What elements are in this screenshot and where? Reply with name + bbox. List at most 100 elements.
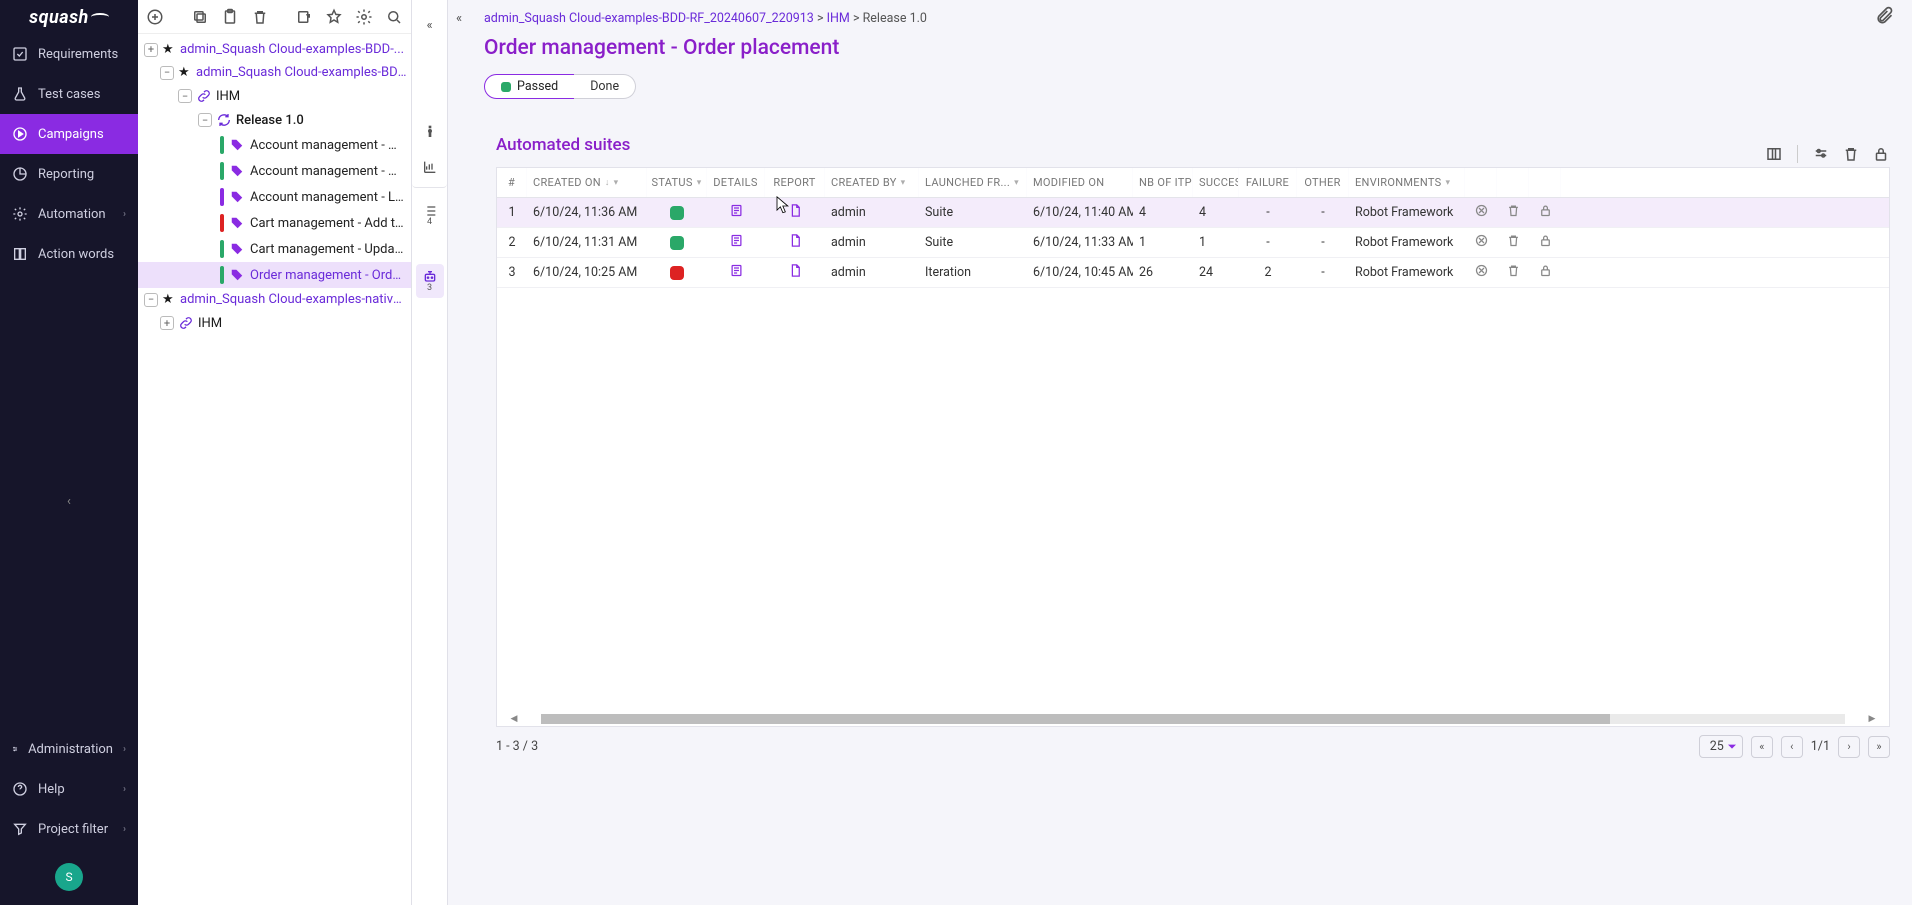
tree-release[interactable]: − Release 1.0	[138, 108, 411, 132]
delete-row-icon[interactable]	[1506, 263, 1521, 282]
tree-leaf[interactable]: Account management - Acc...	[138, 158, 411, 184]
lock-icon[interactable]	[1872, 145, 1890, 163]
back-button[interactable]: «	[456, 11, 474, 26]
col-env[interactable]: ENVIRONMENTS▾	[1349, 168, 1465, 197]
col-modified[interactable]: MODIFIED ON	[1027, 168, 1133, 197]
lock-row-icon[interactable]	[1538, 233, 1553, 252]
tag-icon	[230, 164, 244, 178]
settings-icon[interactable]	[355, 8, 373, 26]
details-icon[interactable]	[729, 203, 744, 222]
page-last[interactable]: »	[1868, 736, 1890, 758]
status-badge	[670, 236, 684, 250]
logo: squash	[0, 0, 138, 34]
col-details[interactable]: DETAILS	[707, 168, 765, 197]
delete-all-icon[interactable]	[1842, 145, 1860, 163]
book-icon	[12, 246, 28, 262]
check-square-icon	[12, 46, 28, 62]
tree-project[interactable]: −★ admin_Squash Cloud-examples-native...	[138, 288, 411, 311]
adjust-icon[interactable]	[1812, 145, 1830, 163]
tree-leaf[interactable]: Account management - Login	[138, 184, 411, 210]
page-first[interactable]: «	[1751, 736, 1773, 758]
paste-icon[interactable]	[221, 8, 239, 26]
tag-icon	[230, 268, 244, 282]
details-icon[interactable]	[729, 233, 744, 252]
add-icon[interactable]	[146, 8, 164, 26]
breadcrumb-link[interactable]: admin_Squash Cloud-examples-BDD-RF_20240…	[484, 11, 814, 26]
nav-reporting[interactable]: Reporting	[0, 154, 138, 194]
col-status[interactable]: STATUS▾	[647, 168, 707, 197]
copy-icon[interactable]	[191, 8, 209, 26]
delete-row-icon[interactable]	[1506, 203, 1521, 222]
tree-toolbar	[138, 0, 411, 34]
tree-leaf[interactable]: Cart management - Add to ...	[138, 210, 411, 236]
nav-requirements[interactable]: Requirements	[0, 34, 138, 74]
rail-bot[interactable]: 3	[416, 264, 444, 298]
rail-info[interactable]	[416, 114, 444, 148]
side-rail: « 4 3	[412, 0, 448, 905]
link-icon	[196, 88, 212, 104]
nav-administration[interactable]: Administration ›	[0, 729, 138, 769]
page-prev[interactable]: ‹	[1781, 736, 1803, 758]
export-icon[interactable]	[295, 8, 313, 26]
columns-icon[interactable]	[1765, 145, 1783, 163]
delete-icon[interactable]	[251, 8, 269, 26]
col-itpi[interactable]: NB OF ITPI	[1133, 168, 1193, 197]
col-num[interactable]: #	[497, 168, 527, 197]
col-createdby[interactable]: CREATED BY▾	[825, 168, 919, 197]
nav-automation[interactable]: Automation ›	[0, 194, 138, 234]
report-icon[interactable]	[788, 233, 803, 252]
stop-icon[interactable]	[1474, 233, 1489, 252]
lock-row-icon[interactable]	[1538, 263, 1553, 282]
stop-icon[interactable]	[1474, 203, 1489, 222]
rail-collapse[interactable]: «	[416, 8, 444, 42]
pager-range: 1 - 3 / 3	[496, 739, 538, 754]
status-chip-done[interactable]: Done	[574, 74, 636, 99]
col-failure[interactable]: FAILURE	[1239, 168, 1297, 197]
collapse-sidebar[interactable]: ‹	[0, 484, 138, 519]
nav-projectfilter[interactable]: Project filter ›	[0, 809, 138, 849]
breadcrumb-link[interactable]: IHM	[827, 11, 850, 26]
tree-project[interactable]: +★ admin_Squash Cloud-examples-BDD-...	[138, 38, 411, 61]
tree-folder-ihm[interactable]: − IHM	[138, 84, 411, 108]
play-circle-icon	[12, 126, 28, 142]
delete-row-icon[interactable]	[1506, 233, 1521, 252]
star-icon[interactable]	[325, 8, 343, 26]
tree-leaf[interactable]: Cart management - Update ...	[138, 236, 411, 262]
stop-icon[interactable]	[1474, 263, 1489, 282]
col-other[interactable]: OTHER	[1297, 168, 1349, 197]
table-row[interactable]: 36/10/24, 10:25 AMadminIteration6/10/24,…	[497, 258, 1889, 288]
search-icon[interactable]	[385, 8, 403, 26]
page-next[interactable]: ›	[1838, 736, 1860, 758]
details-icon[interactable]	[729, 263, 744, 282]
status-chip-passed[interactable]: Passed	[484, 74, 575, 99]
lock-row-icon[interactable]	[1538, 203, 1553, 222]
attachment-icon[interactable]	[1874, 6, 1894, 30]
tree-project[interactable]: −★ admin_Squash Cloud-examples-BDD-...	[138, 61, 411, 84]
rail-list[interactable]: 4	[416, 198, 444, 232]
nav-testcases[interactable]: Test cases	[0, 74, 138, 114]
table-toolbar	[1743, 145, 1912, 163]
chevron-right-icon: ›	[123, 824, 126, 835]
nav-actionwords[interactable]: Action words	[0, 234, 138, 274]
report-icon[interactable]	[788, 263, 803, 282]
tree: +★ admin_Squash Cloud-examples-BDD-... −…	[138, 34, 411, 905]
tree-folder-ihm[interactable]: + IHM	[138, 311, 411, 335]
main-sidebar: squash Requirements Test cases Campaigns…	[0, 0, 138, 905]
report-icon[interactable]	[788, 203, 803, 222]
nav-help[interactable]: Help ›	[0, 769, 138, 809]
tree-leaf-selected[interactable]: Order management - Order ...	[138, 262, 411, 288]
col-launched[interactable]: LAUNCHED FR...▾	[919, 168, 1027, 197]
table-row[interactable]: 16/10/24, 11:36 AMadminSuite6/10/24, 11:…	[497, 198, 1889, 228]
table-row[interactable]: 26/10/24, 11:31 AMadminSuite6/10/24, 11:…	[497, 228, 1889, 258]
rail-chart[interactable]	[412, 154, 447, 188]
col-report[interactable]: REPORT	[765, 168, 825, 197]
nav-campaigns[interactable]: Campaigns	[0, 114, 138, 154]
col-created[interactable]: CREATED ON↓▾	[527, 168, 647, 197]
col-success[interactable]: SUCCESS	[1193, 168, 1239, 197]
h-scrollbar[interactable]	[541, 714, 1845, 724]
tree-leaf[interactable]: Account management - Acc...	[138, 132, 411, 158]
help-circle-icon	[12, 781, 28, 797]
avatar[interactable]: S	[55, 863, 83, 891]
breadcrumb: admin_Squash Cloud-examples-BDD-RF_20240…	[484, 11, 927, 26]
page-size-select[interactable]: 25	[1699, 735, 1743, 758]
